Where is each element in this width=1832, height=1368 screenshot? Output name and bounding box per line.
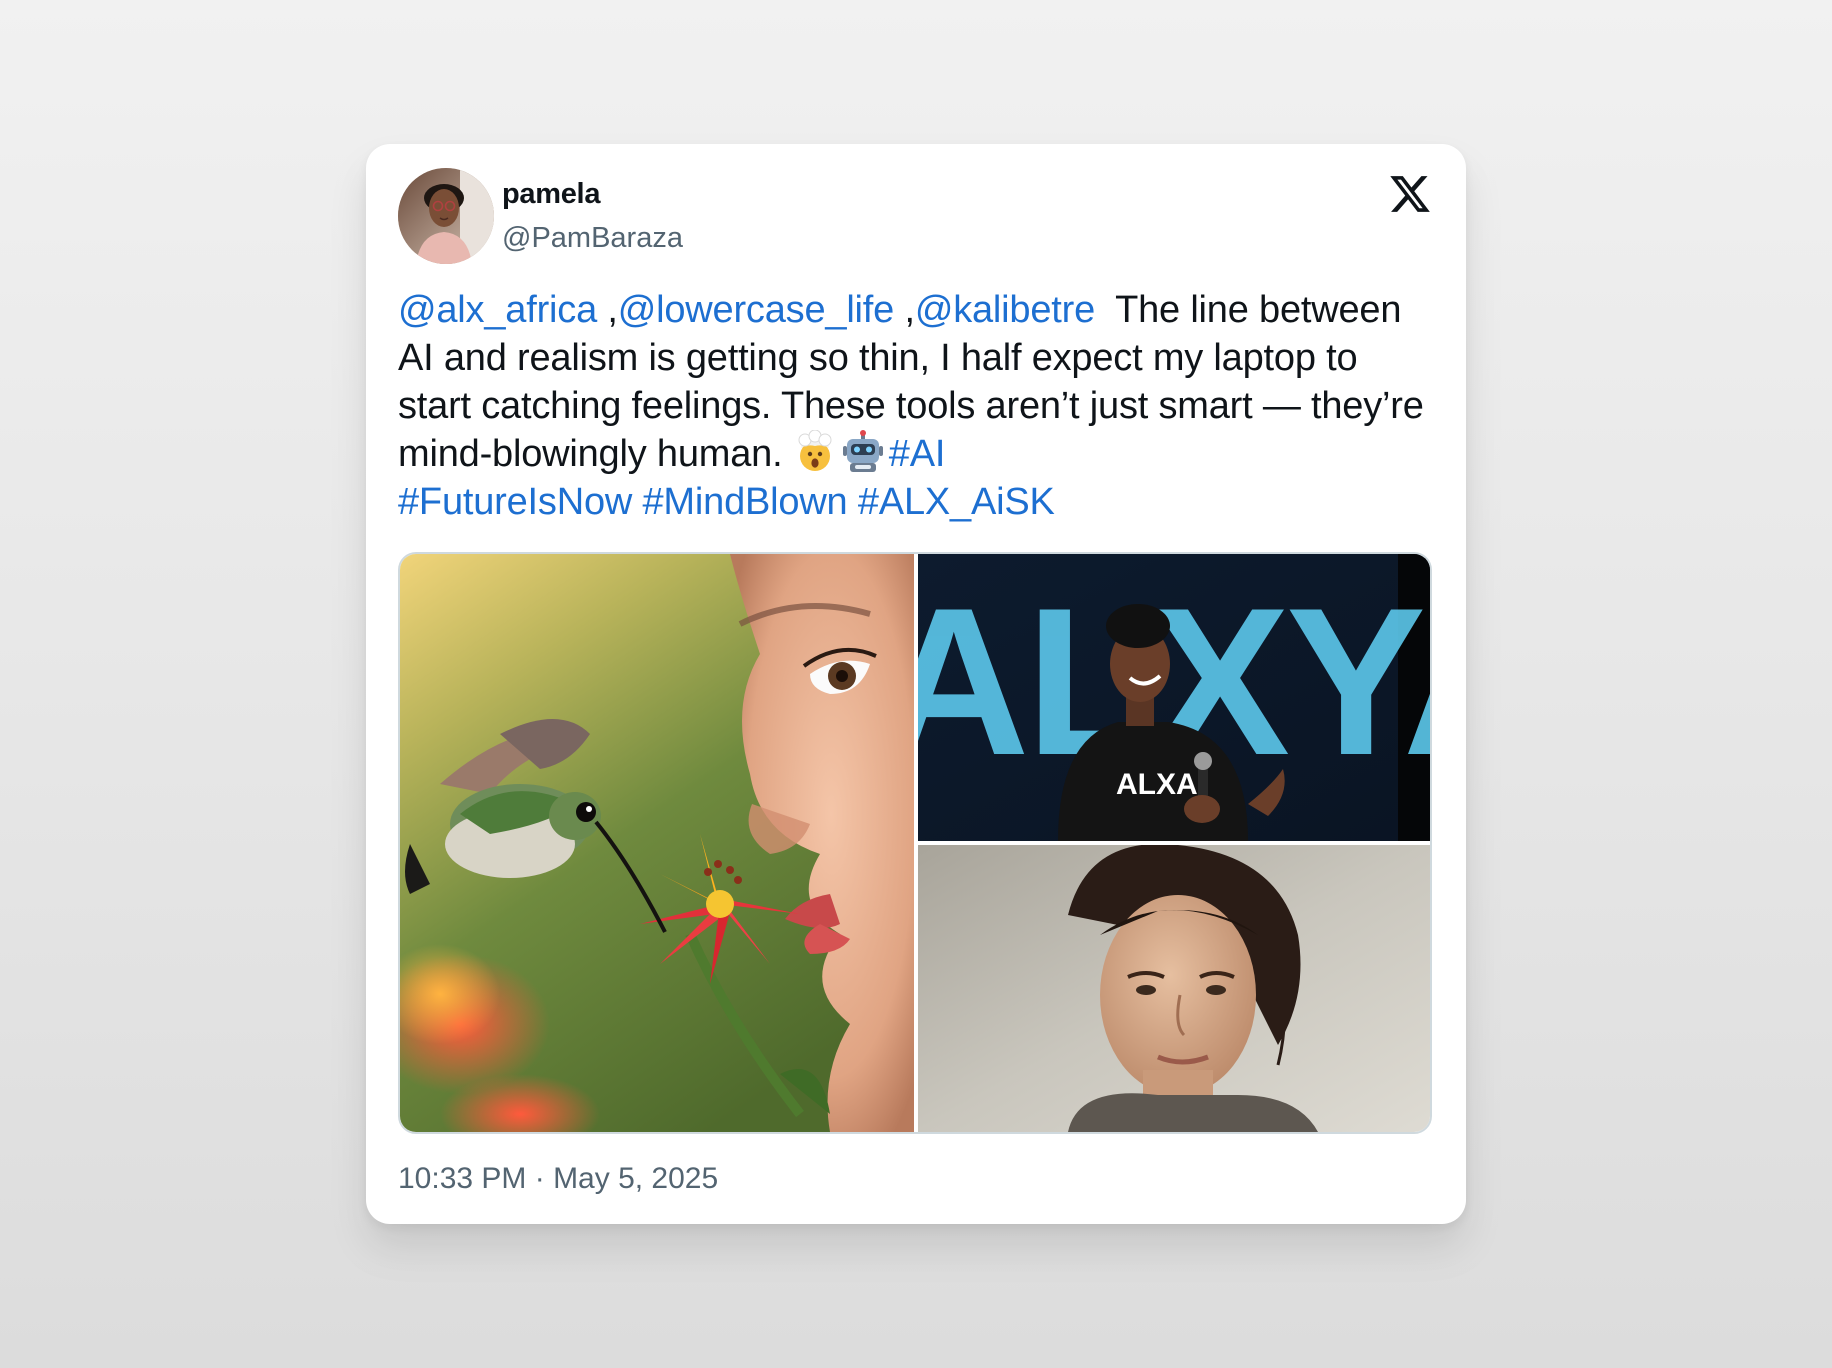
photo-hummingbird-child[interactable] (400, 554, 914, 1132)
hashtag-link[interactable]: #FutureIsNow (398, 481, 632, 523)
tweet-text: @alx_africa ,@lowercase_life ,@kalibetre… (398, 286, 1438, 526)
x-logo-icon[interactable] (1388, 172, 1432, 216)
mention-link[interactable]: @lowercase_life (618, 289, 895, 331)
hashtag-link[interactable]: #ALX_AiSK (858, 481, 1055, 523)
shirt-text: ALXAI (1116, 768, 1206, 801)
author-handle[interactable]: @PamBaraza (502, 222, 683, 255)
robot-emoji-icon (841, 430, 885, 474)
tweet-card: pamela @PamBaraza @alx_africa ,@lowercas… (366, 144, 1466, 1224)
author-avatar[interactable] (398, 168, 494, 264)
photo-speaker-stage[interactable]: ALXYA ALXAI (918, 554, 1430, 841)
hashtag-link[interactable]: #MindBlown (643, 481, 848, 523)
mention-link[interactable]: @alx_africa (398, 289, 597, 331)
hashtag-link[interactable]: #AI (889, 433, 946, 475)
photo-woman-portrait[interactable] (918, 845, 1430, 1132)
author-name[interactable]: pamela (502, 178, 600, 211)
media-grid: ALXYA ALXAI (398, 552, 1432, 1134)
separator: , (894, 289, 915, 331)
avatar-image (398, 168, 494, 264)
tweet-timestamp[interactable]: 10:33 PM · May 5, 2025 (398, 1162, 718, 1196)
exploding-head-emoji-icon (793, 430, 837, 474)
separator: , (597, 289, 618, 331)
mention-link[interactable]: @kalibetre (915, 289, 1095, 331)
